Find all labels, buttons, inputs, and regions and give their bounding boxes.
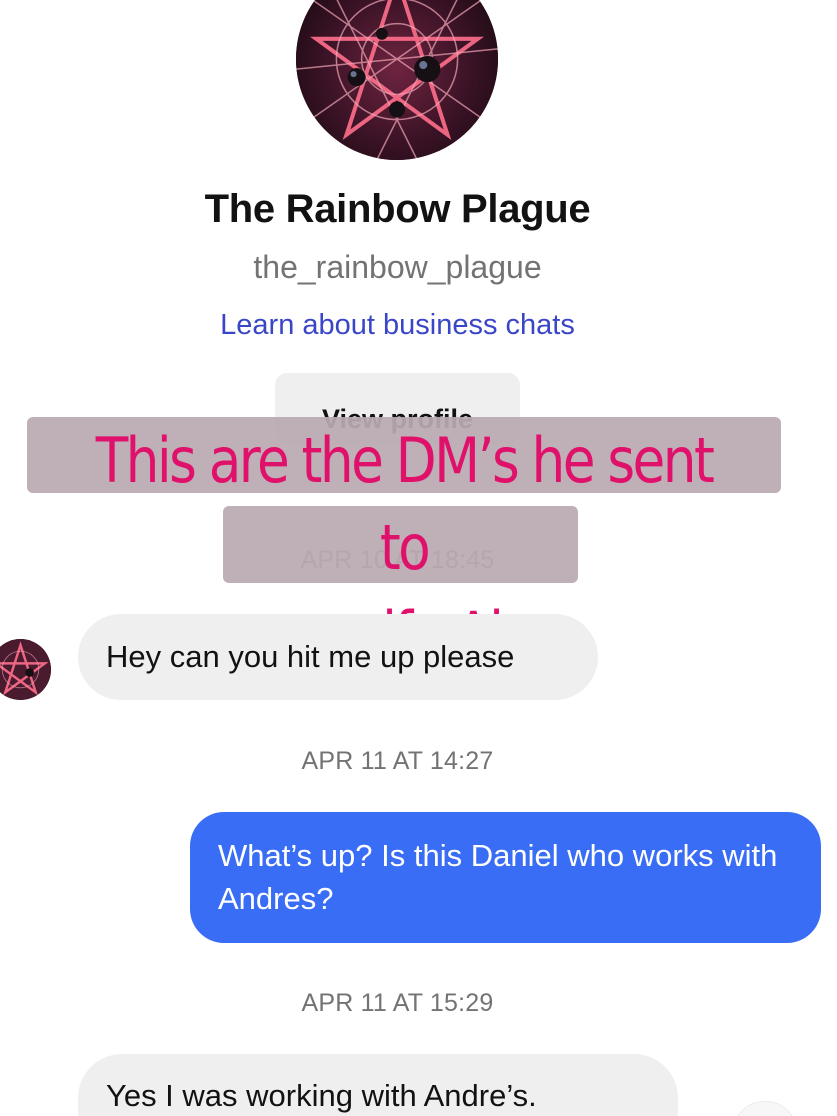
dm-thread-screen: The Rainbow Plague the_rainbow_plague Le…	[0, 0, 837, 1116]
profile-name: The Rainbow Plague	[204, 187, 591, 231]
pentagram-avatar-icon	[296, 0, 498, 160]
incoming-message[interactable]: Hey can you hit me up please	[78, 614, 598, 700]
reaction-button[interactable]	[733, 1101, 797, 1116]
pentagram-avatar-icon	[0, 639, 51, 700]
message-timestamp: APR 11 AT 15:29	[301, 989, 494, 1017]
outgoing-message[interactable]: What’s up? Is this Daniel who works with…	[190, 812, 821, 943]
business-chats-link[interactable]: Learn about business chats	[0, 309, 795, 342]
incoming-message[interactable]: Yes I was working with Andre’s.	[78, 1054, 678, 1116]
message-timestamp: APR 11 AT 14:27	[301, 747, 494, 775]
sender-avatar[interactable]	[0, 639, 51, 700]
profile-avatar[interactable]	[296, 0, 498, 160]
profile-handle: the_rainbow_plague	[253, 249, 542, 285]
